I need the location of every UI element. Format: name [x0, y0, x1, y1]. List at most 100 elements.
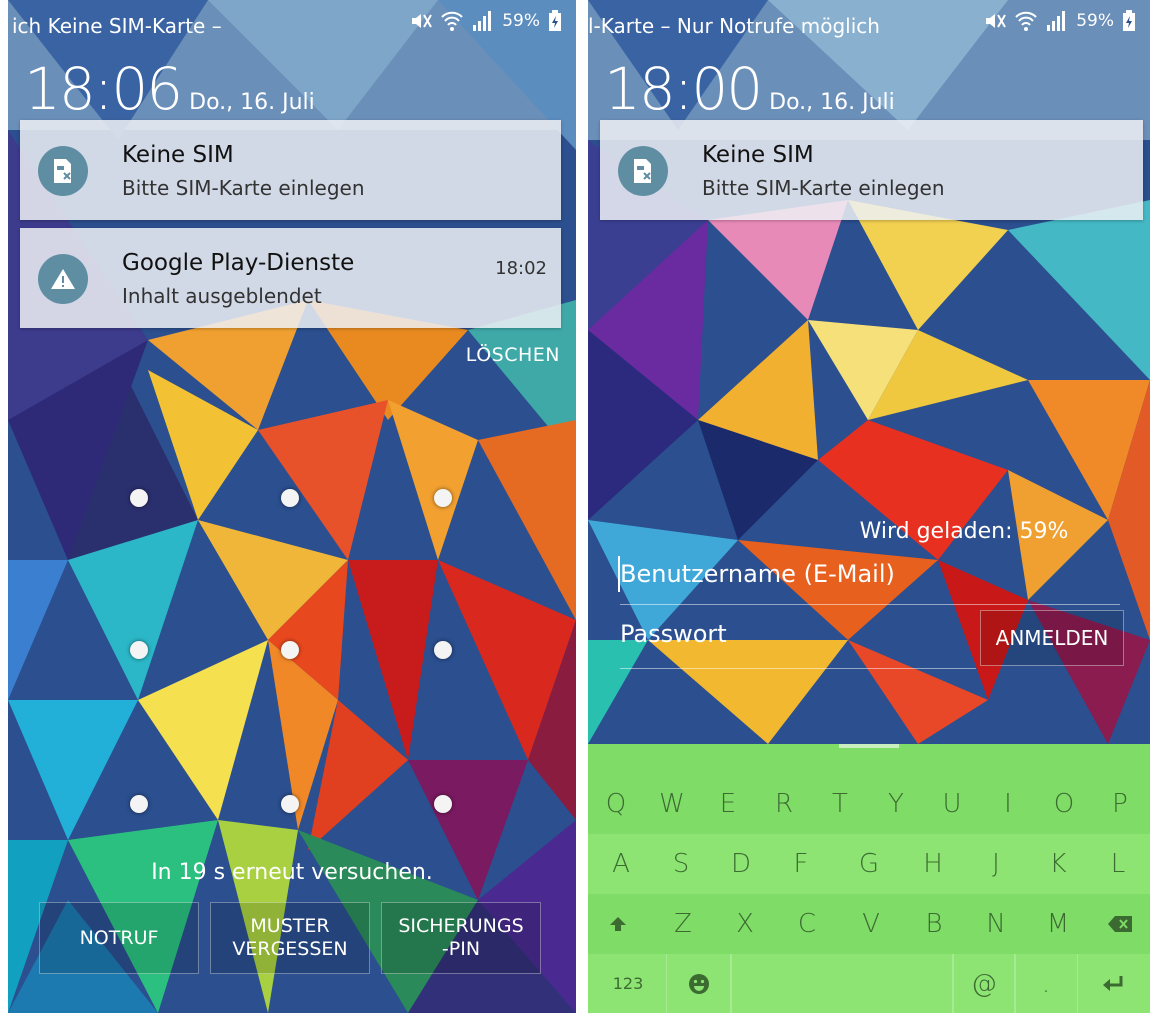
forgot-pattern-button[interactable]: MUSTER VERGESSEN — [210, 902, 370, 974]
status-icons: 59% — [984, 10, 1136, 32]
pattern-dot[interactable] — [434, 641, 452, 659]
key-s[interactable]: S — [651, 834, 711, 894]
enter-icon — [1103, 975, 1123, 991]
username-underline — [620, 604, 1120, 605]
emoji-icon — [689, 973, 709, 994]
backup-pin-button[interactable]: SICHERUNGS -PIN — [381, 902, 541, 974]
key-f[interactable]: F — [771, 834, 831, 894]
notification-title: Keine SIM — [702, 142, 814, 168]
backspace-icon — [1108, 916, 1132, 932]
notification-title: Google Play-Dienste — [122, 250, 355, 276]
battery-charging-icon — [549, 10, 561, 31]
pattern-dot[interactable] — [130, 489, 148, 507]
at-key[interactable]: @ — [952, 954, 1016, 1013]
notification-title: Keine SIM — [122, 142, 234, 168]
status-icons: 59% — [410, 10, 562, 32]
lockscreen-google-login: l-Karte – Nur Notrufe möglich 59% 18:00 … — [588, 0, 1150, 1013]
status-bar: l-Karte – Nur Notrufe möglich 59% — [588, 0, 1150, 50]
key-j[interactable]: J — [966, 834, 1026, 894]
charging-status: Wird geladen: 59% — [859, 519, 1069, 544]
signal-icon — [1047, 11, 1066, 31]
key-o[interactable]: O — [1036, 774, 1092, 834]
warning-icon — [38, 254, 88, 304]
notification-text: Inhalt ausgeblendet — [122, 284, 322, 308]
notification-no-sim[interactable]: Keine SIM Bitte SIM-Karte einlegen — [600, 120, 1143, 220]
key-h[interactable]: H — [903, 834, 963, 894]
key-g[interactable]: G — [839, 834, 899, 894]
sim-card-icon — [38, 146, 88, 196]
pattern-dot[interactable] — [130, 641, 148, 659]
shift-icon — [610, 917, 626, 931]
key-z[interactable]: Z — [653, 894, 713, 954]
password-underline — [620, 668, 976, 669]
lockscreen-pattern: ich Keine SIM-Karte – 59% 18:06 Do., 16.… — [8, 0, 576, 1013]
clock-time: 18:00 — [604, 55, 763, 123]
keyboard-row-3: Z X C V B N M — [588, 894, 1150, 954]
notification-no-sim[interactable]: Keine SIM Bitte SIM-Karte einlegen — [20, 120, 561, 220]
login-button[interactable]: ANMELDEN — [980, 610, 1124, 666]
notification-time: 18:02 — [495, 258, 547, 279]
pattern-dot[interactable] — [281, 641, 299, 659]
carrier-text: ich Keine SIM-Karte – — [12, 14, 222, 38]
enter-key[interactable] — [1080, 954, 1146, 1013]
key-x[interactable]: X — [715, 894, 775, 954]
notification-google-play[interactable]: Google Play-Dienste Inhalt ausgeblendet … — [20, 228, 561, 328]
key-q[interactable]: Q — [588, 774, 644, 834]
pattern-dot[interactable] — [434, 489, 452, 507]
key-b[interactable]: B — [904, 894, 964, 954]
key-i[interactable]: I — [980, 774, 1036, 834]
key-l[interactable]: L — [1088, 834, 1148, 894]
clock-date: Do., 16. Juli — [769, 90, 895, 115]
key-y[interactable]: Y — [868, 774, 924, 834]
key-c[interactable]: C — [777, 894, 837, 954]
key-u[interactable]: U — [924, 774, 980, 834]
key-n[interactable]: N — [966, 894, 1026, 954]
clock-time: 18:06 — [24, 55, 183, 123]
keyboard-row-4: 123 @ . — [588, 954, 1150, 1013]
pattern-dot[interactable] — [434, 795, 452, 813]
pattern-dot[interactable] — [130, 795, 148, 813]
period-key[interactable]: . — [1014, 954, 1078, 1013]
username-field[interactable]: Benutzername (E-Mail) — [620, 560, 895, 588]
battery-percentage: 59% — [502, 11, 540, 31]
key-d[interactable]: D — [711, 834, 771, 894]
notification-text: Bitte SIM-Karte einlegen — [122, 176, 365, 200]
wifi-icon — [1015, 11, 1037, 31]
key-k[interactable]: K — [1028, 834, 1088, 894]
sim-card-icon — [618, 146, 668, 196]
password-field[interactable]: Passwort — [620, 620, 727, 648]
pattern-dot[interactable] — [281, 489, 299, 507]
mute-icon — [986, 14, 1007, 28]
emoji-key[interactable] — [666, 954, 732, 1013]
lock-clock: 18:06 Do., 16. Juli — [24, 55, 315, 123]
signal-icon — [473, 11, 492, 31]
carrier-text: l-Karte – Nur Notrufe möglich — [588, 14, 880, 38]
notification-text: Bitte SIM-Karte einlegen — [702, 176, 945, 200]
numbers-key[interactable]: 123 — [598, 954, 658, 1013]
battery-percentage: 59% — [1076, 11, 1114, 31]
backspace-key[interactable] — [1090, 894, 1150, 954]
retry-message: In 19 s erneut versuchen. — [151, 860, 433, 885]
wifi-icon — [441, 11, 463, 31]
key-a[interactable]: A — [591, 834, 651, 894]
key-m[interactable]: M — [1028, 894, 1088, 954]
mute-icon — [412, 14, 433, 28]
keyboard-handle — [839, 744, 899, 748]
key-w[interactable]: W — [644, 774, 700, 834]
space-bar[interactable] — [730, 954, 954, 1013]
key-p[interactable]: P — [1092, 774, 1148, 834]
key-e[interactable]: E — [700, 774, 756, 834]
emergency-call-button[interactable]: NOTRUF — [39, 902, 199, 974]
shift-key[interactable] — [588, 894, 648, 954]
pattern-dot[interactable] — [281, 795, 299, 813]
clear-notifications-button[interactable]: LÖSCHEN — [466, 344, 560, 366]
keyboard-row-1: Q W E R T Y U I O P — [588, 774, 1150, 834]
clock-date: Do., 16. Juli — [189, 90, 315, 115]
key-t[interactable]: T — [812, 774, 868, 834]
key-v[interactable]: V — [841, 894, 901, 954]
on-screen-keyboard: Q W E R T Y U I O P A S D F G H J K L Z — [588, 744, 1150, 1013]
key-r[interactable]: R — [756, 774, 812, 834]
status-bar: ich Keine SIM-Karte – 59% — [8, 0, 576, 50]
lock-clock: 18:00 Do., 16. Juli — [604, 55, 895, 123]
battery-charging-icon — [1123, 10, 1135, 31]
